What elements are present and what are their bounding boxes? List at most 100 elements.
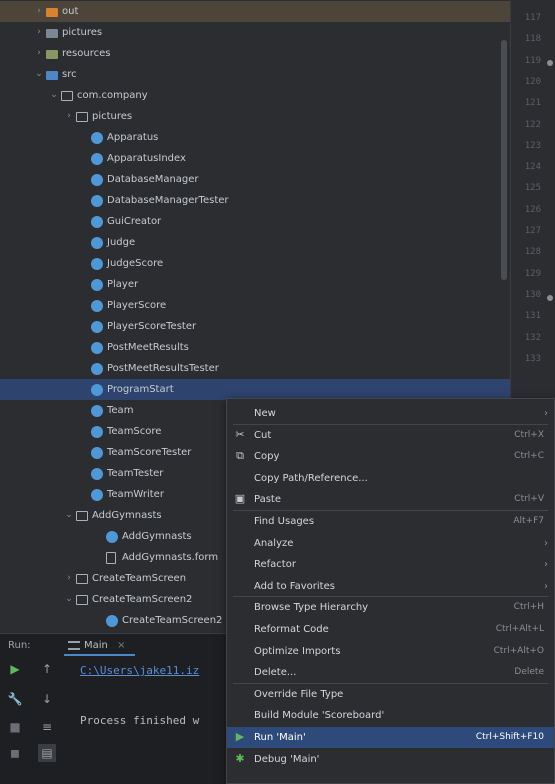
camera-icon[interactable]: ◼ — [6, 744, 24, 762]
menu-item[interactable]: Override File Type — [227, 684, 554, 705]
menu-item[interactable]: ▶ Run 'Main' Ctrl+Shift+F10 — [227, 727, 554, 748]
folder-icon — [46, 71, 58, 80]
menu-item[interactable]: Analyze › — [227, 533, 554, 554]
tree-item-label: DatabaseManagerTester — [107, 195, 229, 206]
tree-item[interactable]: Judge — [0, 232, 510, 253]
gutter-marker-icon[interactable] — [547, 295, 553, 301]
tree-item[interactable]: PlayerScore — [0, 295, 510, 316]
tree-item[interactable]: › pictures — [0, 106, 510, 127]
menu-item[interactable]: ✱ Debug 'Main' — [227, 749, 554, 770]
tree-item-label: TeamTester — [107, 468, 164, 479]
tree-item-label: ProgramStart — [107, 384, 174, 395]
tree-item-label: pictures — [62, 27, 103, 38]
menu-item[interactable]: Browse Type Hierarchy Ctrl+H — [227, 597, 554, 618]
menu-item[interactable]: Delete... Delete — [227, 662, 554, 683]
tree-item[interactable]: ProgramStart — [0, 379, 510, 400]
close-icon[interactable]: × — [117, 640, 125, 651]
tree-item[interactable]: JudgeScore — [0, 253, 510, 274]
class-icon — [106, 531, 118, 543]
chevron-right-icon[interactable]: › — [64, 568, 74, 589]
menu-item[interactable]: Copy Path/Reference... — [227, 468, 554, 489]
wrench-icon[interactable]: 🔧 — [6, 690, 24, 708]
chevron-right-icon[interactable]: › — [34, 43, 44, 64]
rerun-icon[interactable]: ▶ — [6, 660, 24, 678]
tree-item-label: pictures — [92, 111, 133, 122]
chevron-right-icon[interactable]: › — [34, 22, 44, 43]
chevron-down-icon[interactable]: ⌄ — [64, 505, 74, 526]
tree-item[interactable]: › out — [0, 1, 510, 22]
tree-item-label: TeamScoreTester — [107, 447, 192, 458]
tree-item-label: com.company — [77, 90, 148, 101]
tree-item-label: JudgeScore — [107, 258, 164, 269]
chevron-right-icon[interactable]: › — [34, 1, 44, 22]
menu-item[interactable]: ⧉ Copy Ctrl+C — [227, 446, 554, 467]
print-icon[interactable]: ▤ — [38, 744, 56, 762]
tree-item[interactable]: ⌄ com.company — [0, 85, 510, 106]
tree-item-label: Apparatus — [107, 132, 159, 143]
gutter-marker-icon[interactable] — [547, 60, 553, 66]
tree-item-label: PostMeetResults — [107, 342, 189, 353]
menu-item[interactable]: Reformat Code Ctrl+Alt+L — [227, 619, 554, 640]
class-icon — [91, 447, 103, 459]
line-number: 129 — [524, 268, 541, 279]
tree-item-label: Team — [107, 405, 134, 416]
class-icon — [91, 363, 103, 375]
class-icon — [106, 615, 118, 627]
menu-item[interactable]: Build Module 'Scoreboard' — [227, 705, 554, 726]
menu-item-label: Delete... — [254, 667, 297, 679]
class-icon — [91, 174, 103, 186]
tree-scrollbar[interactable] — [501, 40, 507, 280]
scissors-icon: ✂ — [235, 427, 245, 441]
run-tab-main[interactable]: Main × — [64, 636, 136, 656]
tree-item-label: AddGymnasts.form — [122, 552, 219, 563]
chevron-right-icon[interactable]: › — [64, 106, 74, 127]
clipboard-icon: ▣ — [234, 492, 246, 506]
menu-item[interactable]: ✂ Cut Ctrl+X — [227, 425, 554, 446]
tree-item[interactable]: DatabaseManagerTester — [0, 190, 510, 211]
class-icon — [91, 489, 103, 501]
menu-item[interactable]: Find Usages Alt+F7 — [227, 511, 554, 532]
folder-icon — [46, 8, 58, 17]
command-line-link[interactable]: C:\Users\jake11.iz — [80, 664, 199, 677]
arrow-up-icon[interactable]: ↑ — [38, 660, 56, 678]
tree-item[interactable]: DatabaseManager — [0, 169, 510, 190]
tree-item[interactable]: › pictures — [0, 22, 510, 43]
tree-item-label: Player — [107, 279, 139, 290]
tree-item[interactable]: ⌄ src — [0, 64, 510, 85]
line-number: 121 — [524, 98, 541, 109]
folder-icon — [46, 29, 58, 38]
chevron-down-icon[interactable]: ⌄ — [64, 589, 74, 610]
run-icon: ▶ — [235, 730, 245, 743]
tree-item[interactable]: Player — [0, 274, 510, 295]
menu-item[interactable]: Optimize Imports Ctrl+Alt+O — [227, 641, 554, 662]
tree-item[interactable]: ApparatusIndex — [0, 148, 510, 169]
tree-item[interactable]: PlayerScoreTester — [0, 316, 510, 337]
tree-item[interactable]: PostMeetResults — [0, 337, 510, 358]
tree-item-label: CreateTeamScreen2 — [92, 594, 193, 605]
submenu-arrow-icon: › — [544, 537, 548, 549]
tree-item[interactable]: › resources — [0, 43, 510, 64]
menu-item-shortcut: Ctrl+Alt+L — [495, 624, 544, 634]
class-icon — [91, 258, 103, 270]
chevron-down-icon[interactable]: ⌄ — [49, 85, 59, 106]
console-icon — [68, 641, 80, 650]
menu-item[interactable]: ▣ Paste Ctrl+V — [227, 489, 554, 510]
soft-wrap-icon[interactable]: ≡ — [38, 718, 56, 736]
tree-item[interactable]: Apparatus — [0, 127, 510, 148]
menu-item-label: Paste — [254, 494, 281, 506]
menu-item[interactable]: New › — [227, 403, 554, 424]
class-icon — [91, 153, 103, 165]
tree-item-label: resources — [62, 48, 111, 59]
menu-item-label: Browse Type Hierarchy — [254, 602, 369, 614]
chevron-down-icon[interactable]: ⌄ — [34, 64, 44, 85]
menu-item-label: Run 'Main' — [254, 732, 306, 743]
tree-item-label: Judge — [107, 237, 136, 248]
stop-icon[interactable]: ■ — [6, 718, 24, 736]
tree-item[interactable]: GuiCreator — [0, 211, 510, 232]
menu-item[interactable]: Add to Favorites › — [227, 576, 554, 597]
menu-item[interactable]: Refactor › — [227, 554, 554, 575]
tree-item[interactable]: PostMeetResultsTester — [0, 358, 510, 379]
line-number: 125 — [524, 183, 541, 194]
arrow-down-icon[interactable]: ↓ — [38, 690, 56, 708]
run-toolbar: ▶ ↑ 🔧 ↓ ■ ≡ ◼ ▤ — [0, 658, 70, 784]
